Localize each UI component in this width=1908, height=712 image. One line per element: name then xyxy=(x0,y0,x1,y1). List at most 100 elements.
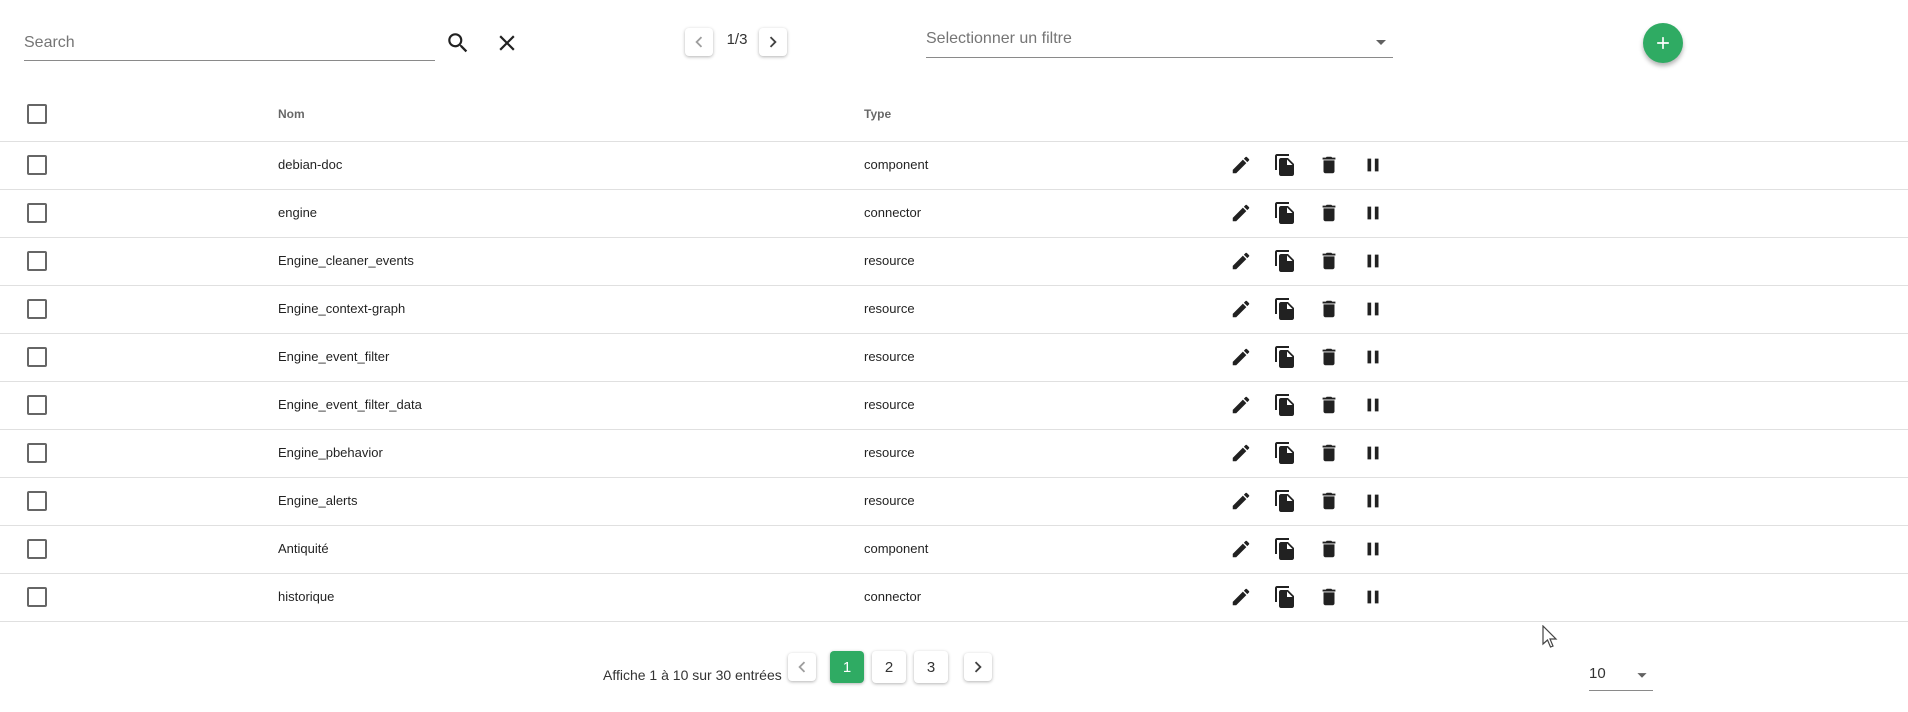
cell-type: resource xyxy=(864,445,915,460)
table-row[interactable]: Engine_cleaner_events resource xyxy=(0,238,1908,286)
row-checkbox[interactable] xyxy=(27,251,47,271)
search-icon[interactable] xyxy=(443,28,473,58)
row-checkbox[interactable] xyxy=(27,347,47,367)
pencil-icon xyxy=(1230,346,1252,368)
table-row[interactable]: Engine_event_filter_data resource xyxy=(0,382,1908,430)
pause-button[interactable] xyxy=(1360,248,1386,274)
entities-table: Nom Type debian-doc component engine connec… xyxy=(0,88,1908,622)
pencil-icon xyxy=(1230,202,1252,224)
delete-button[interactable] xyxy=(1316,200,1342,226)
duplicate-button[interactable] xyxy=(1272,296,1298,322)
cell-name: Engine_pbehavior xyxy=(278,445,383,460)
pause-button[interactable] xyxy=(1360,344,1386,370)
row-checkbox[interactable] xyxy=(27,491,47,511)
delete-button[interactable] xyxy=(1316,392,1342,418)
pause-button[interactable] xyxy=(1360,536,1386,562)
edit-button[interactable] xyxy=(1228,488,1254,514)
pause-button[interactable] xyxy=(1360,200,1386,226)
edit-button[interactable] xyxy=(1228,392,1254,418)
pause-button[interactable] xyxy=(1360,392,1386,418)
cell-name: Engine_context-graph xyxy=(278,301,406,316)
delete-button[interactable] xyxy=(1316,248,1342,274)
table-row[interactable]: Engine_pbehavior resource xyxy=(0,430,1908,478)
delete-button[interactable] xyxy=(1316,152,1342,178)
table-row[interactable]: historique connector xyxy=(0,574,1908,622)
pause-button[interactable] xyxy=(1360,488,1386,514)
edit-button[interactable] xyxy=(1228,248,1254,274)
page-button-3[interactable]: 3 xyxy=(914,651,948,683)
filter-placeholder: Selectionner un filtre xyxy=(926,30,1072,47)
pause-button[interactable] xyxy=(1360,152,1386,178)
table-row[interactable]: engine connector xyxy=(0,190,1908,238)
row-checkbox[interactable] xyxy=(27,299,47,319)
pause-button[interactable] xyxy=(1360,296,1386,322)
search-field[interactable] xyxy=(24,22,435,61)
edit-button[interactable] xyxy=(1228,584,1254,610)
trash-icon xyxy=(1318,490,1340,512)
row-checkbox[interactable] xyxy=(27,587,47,607)
table-row[interactable]: debian-doc component xyxy=(0,142,1908,190)
row-checkbox[interactable] xyxy=(27,443,47,463)
pause-button[interactable] xyxy=(1360,440,1386,466)
edit-button[interactable] xyxy=(1228,344,1254,370)
column-header-name[interactable]: Nom xyxy=(278,107,305,121)
edit-button[interactable] xyxy=(1228,152,1254,178)
cell-type: component xyxy=(864,157,929,172)
delete-button[interactable] xyxy=(1316,440,1342,466)
next-page-button[interactable] xyxy=(964,653,992,681)
table-row[interactable]: Antiquité component xyxy=(0,526,1908,574)
delete-button[interactable] xyxy=(1316,488,1342,514)
duplicate-button[interactable] xyxy=(1272,440,1298,466)
filter-select[interactable]: Selectionner un filtre xyxy=(926,22,1393,58)
edit-button[interactable] xyxy=(1228,440,1254,466)
delete-button[interactable] xyxy=(1316,344,1342,370)
rows-per-page-select[interactable]: 10 xyxy=(1589,656,1653,691)
row-checkbox[interactable] xyxy=(27,395,47,415)
row-checkbox[interactable] xyxy=(27,155,47,175)
duplicate-button[interactable] xyxy=(1272,152,1298,178)
table-row[interactable]: Engine_event_filter resource xyxy=(0,334,1908,382)
edit-button[interactable] xyxy=(1228,200,1254,226)
duplicate-button[interactable] xyxy=(1272,392,1298,418)
column-header-type[interactable]: Type xyxy=(864,107,891,121)
prev-page-button[interactable] xyxy=(788,653,816,681)
duplicate-icon xyxy=(1273,441,1297,465)
select-all-checkbox[interactable] xyxy=(27,104,47,124)
table-row[interactable]: Engine_context-graph resource xyxy=(0,286,1908,334)
pencil-icon xyxy=(1230,586,1252,608)
search-input[interactable] xyxy=(24,22,435,58)
page-button-1[interactable]: 1 xyxy=(830,651,864,683)
pause-icon xyxy=(1362,538,1384,560)
duplicate-button[interactable] xyxy=(1272,248,1298,274)
duplicate-button[interactable] xyxy=(1272,536,1298,562)
add-button[interactable] xyxy=(1643,23,1683,63)
duplicate-button[interactable] xyxy=(1272,488,1298,514)
pencil-icon xyxy=(1230,538,1252,560)
pencil-icon xyxy=(1230,298,1252,320)
table-row[interactable]: Engine_alerts resource xyxy=(0,478,1908,526)
edit-button[interactable] xyxy=(1228,536,1254,562)
edit-button[interactable] xyxy=(1228,296,1254,322)
pause-icon xyxy=(1362,250,1384,272)
duplicate-button[interactable] xyxy=(1272,344,1298,370)
duplicate-icon xyxy=(1273,297,1297,321)
duplicate-button[interactable] xyxy=(1272,584,1298,610)
page-button-2[interactable]: 2 xyxy=(872,651,906,683)
clear-search-icon[interactable] xyxy=(492,28,522,58)
pause-icon xyxy=(1362,202,1384,224)
pause-button[interactable] xyxy=(1360,584,1386,610)
trash-icon xyxy=(1318,202,1340,224)
duplicate-button[interactable] xyxy=(1272,200,1298,226)
delete-button[interactable] xyxy=(1316,536,1342,562)
duplicate-icon xyxy=(1273,585,1297,609)
row-checkbox[interactable] xyxy=(27,539,47,559)
row-checkbox[interactable] xyxy=(27,203,47,223)
top-next-page-button[interactable] xyxy=(759,28,787,56)
delete-button[interactable] xyxy=(1316,296,1342,322)
chevron-left-icon xyxy=(798,661,806,673)
caret-down-icon xyxy=(1376,40,1386,45)
delete-button[interactable] xyxy=(1316,584,1342,610)
chevron-left-icon xyxy=(695,36,703,48)
cell-name: Engine_cleaner_events xyxy=(278,253,414,268)
top-prev-page-button[interactable] xyxy=(685,28,713,56)
